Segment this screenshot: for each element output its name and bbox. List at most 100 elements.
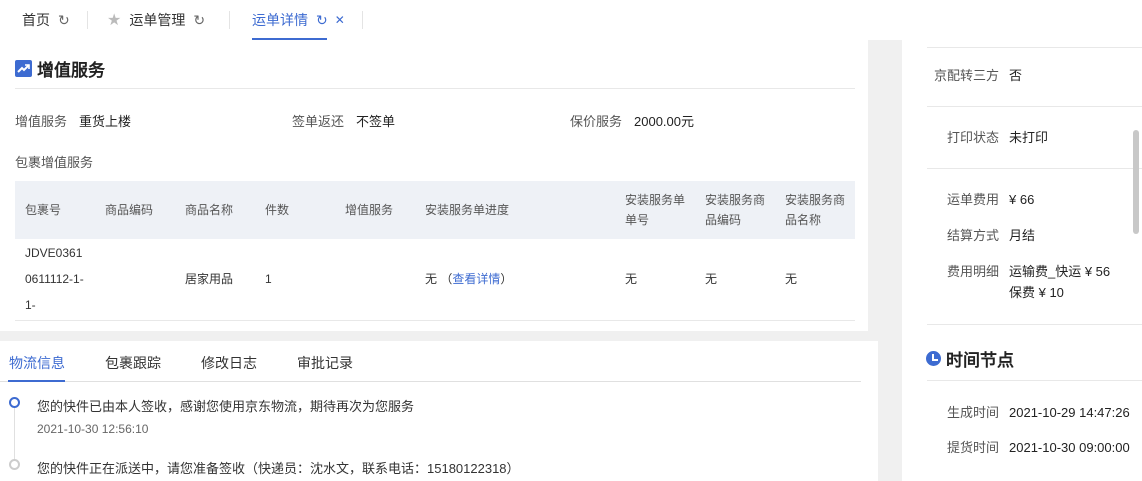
table-header-row: 包裹号 商品编码 商品名称 件数 增值服务 安装服务单进度 安装服务单单号 安装… (15, 181, 855, 239)
side-row-waybill-fee: 运单费用 ¥ 66 (902, 189, 1034, 210)
tab-logistics-info[interactable]: 物流信息 (9, 353, 65, 373)
side-label: 京配转三方 (933, 68, 999, 83)
time-title-text: 时间节点 (946, 351, 1014, 370)
package-services-table: 包裹号 商品编码 商品名称 件数 增值服务 安装服务单进度 安装服务单单号 安装… (15, 181, 855, 321)
package-services-label: 包裹增值服务 (15, 155, 94, 170)
timeline-event-text: 您的快件已由本人签收，感谢您使用京东物流，期待再次为您服务 (37, 399, 415, 414)
trend-chart-icon (15, 60, 32, 77)
paren-open: （ (440, 272, 453, 287)
side-label: 运单费用 (946, 192, 999, 207)
column-header: 商品编码 (95, 181, 175, 239)
progress-value: 无 (425, 272, 438, 287)
side-label: 结算方式 (946, 228, 999, 243)
fee-line: 保费 ¥ 10 (1009, 285, 1064, 300)
star-icon[interactable]: ★ (107, 10, 121, 30)
side-value-group: 运输费_快运 ¥ 56 保费 ¥ 10 (1009, 261, 1110, 303)
panel-gap (878, 40, 902, 481)
divider (927, 47, 1142, 48)
field-value: 不签单 (356, 114, 396, 129)
time-label: 提货时间 (946, 440, 999, 455)
timeline-line (14, 407, 15, 467)
timeline-event-text: 您的快件正在派送中，请您准备签收（快递员：沈水文，联系电话：1518012231… (37, 461, 520, 476)
column-header: 增值服务 (335, 181, 415, 239)
field-label: 保价服务 (570, 114, 623, 129)
tab-waybill-management-label: 运单管理 (129, 12, 186, 28)
side-value: ¥ 66 (1009, 192, 1035, 207)
time-value: 2021-10-29 14:47:26 (1009, 405, 1130, 420)
refresh-icon[interactable]: ↻ (58, 12, 70, 29)
divider (927, 324, 1142, 325)
view-details-link[interactable]: 查看详情 (452, 272, 500, 286)
cell-sku (95, 239, 175, 321)
column-header: 安装服务单进度 (415, 181, 615, 239)
side-label: 费用明细 (946, 264, 999, 279)
cell-goods-name: 无 (775, 239, 855, 321)
time-label: 生成时间 (946, 405, 999, 420)
cell-order-no: 无 (615, 239, 695, 321)
tab-divider (87, 11, 88, 29)
cell-service (335, 239, 415, 321)
cell-package-no: JDVE03610611112-1-1- (15, 239, 95, 321)
side-value: 未打印 (1009, 130, 1049, 145)
column-header: 包裹号 (15, 181, 95, 239)
cell-qty: 1 (255, 239, 335, 321)
fee-line: 运输费_快运 ¥ 56 (1009, 264, 1111, 279)
refresh-icon[interactable]: ↻ (316, 12, 328, 29)
column-header: 安装服务商品编码 (695, 181, 775, 239)
tab-divider (362, 11, 363, 29)
main-content: 增值服务 增值服务 重货上楼 签单返还 不签单 保价服务 2000.00元 包裹… (0, 40, 878, 481)
time-row-pickup: 提货时间 2021-10-30 09:00:00 (902, 437, 1130, 458)
logistics-card: 物流信息 包裹跟踪 修改日志 审批记录 您的快件已由本人签收，感谢您使用京东物流… (0, 341, 878, 481)
tab-home-label: 首页 (22, 12, 50, 28)
tab-waybill-detail-label: 运单详情 (252, 12, 308, 28)
column-header: 安装服务单单号 (615, 181, 695, 239)
column-header: 安装服务商品名称 (775, 181, 855, 239)
time-value: 2021-10-30 09:00:00 (1009, 440, 1130, 455)
divider (927, 380, 1142, 381)
value-added-title: 增值服务 (37, 61, 105, 80)
field-label: 增值服务 (15, 114, 68, 129)
timeline-event-time: 2021-10-30 12:56:10 (37, 422, 149, 436)
divider (927, 168, 1142, 169)
value-added-card: 增值服务 增值服务 重货上楼 签单返还 不签单 保价服务 2000.00元 包裹… (0, 40, 868, 331)
field-value-added-service: 增值服务 重货上楼 (15, 111, 131, 130)
field-label: 签单返还 (292, 114, 345, 129)
tab-home[interactable]: 首页 ↻ (22, 0, 70, 40)
active-subtab-indicator (8, 380, 65, 382)
refresh-icon[interactable]: ↻ (193, 12, 205, 29)
clock-icon (926, 351, 941, 366)
side-panel: 京配转三方 否 打印状态 未打印 运单费用 ¥ 66 结算方式 月结 费用明细 … (902, 40, 1142, 481)
side-row-third-party: 京配转三方 否 (902, 65, 1022, 86)
side-value: 否 (1009, 68, 1023, 83)
field-value: 重货上楼 (79, 114, 132, 129)
side-row-settlement: 结算方式 月结 (902, 225, 1035, 246)
close-icon[interactable]: ✕ (335, 13, 345, 27)
section-title: 增值服务 (15, 56, 105, 81)
column-header: 商品名称 (175, 181, 255, 239)
side-scrollbar[interactable] (1133, 130, 1139, 234)
field-value: 2000.00元 (634, 114, 695, 129)
tab-package-tracking[interactable]: 包裹跟踪 (105, 353, 161, 373)
tab-modify-log[interactable]: 修改日志 (201, 353, 257, 373)
paren-close: ） (500, 272, 513, 287)
timeline-dot (9, 459, 20, 470)
tab-approval-record[interactable]: 审批记录 (297, 353, 353, 373)
timeline-dot-active (9, 397, 20, 408)
table-row: JDVE03610611112-1-1- 居家用品 1 无 （查看详情） 无 无… (15, 239, 855, 321)
field-sign-return: 签单返还 不签单 (292, 111, 395, 130)
divider (15, 88, 855, 89)
side-row-print-status: 打印状态 未打印 (902, 127, 1048, 148)
field-insured-service: 保价服务 2000.00元 (570, 111, 694, 130)
time-section-title: 时间节点 (926, 346, 1014, 371)
side-row-fee-detail: 费用明细 运输费_快运 ¥ 56 保费 ¥ 10 (902, 261, 1110, 303)
logistics-tabs: 物流信息 包裹跟踪 修改日志 审批记录 (0, 341, 861, 382)
tab-divider (229, 11, 230, 29)
side-label: 打印状态 (946, 130, 999, 145)
tab-waybill-management[interactable]: ★ 运单管理 ↻ (107, 0, 205, 40)
tab-waybill-detail[interactable]: 运单详情 ↻ ✕ (252, 0, 345, 40)
column-header: 件数 (255, 181, 335, 239)
cell-name: 居家用品 (175, 239, 255, 321)
cell-goods-code: 无 (695, 239, 775, 321)
tab-bar: 首页 ↻ ★ 运单管理 ↻ 运单详情 ↻ ✕ (0, 0, 1142, 40)
side-value: 月结 (1009, 228, 1036, 243)
